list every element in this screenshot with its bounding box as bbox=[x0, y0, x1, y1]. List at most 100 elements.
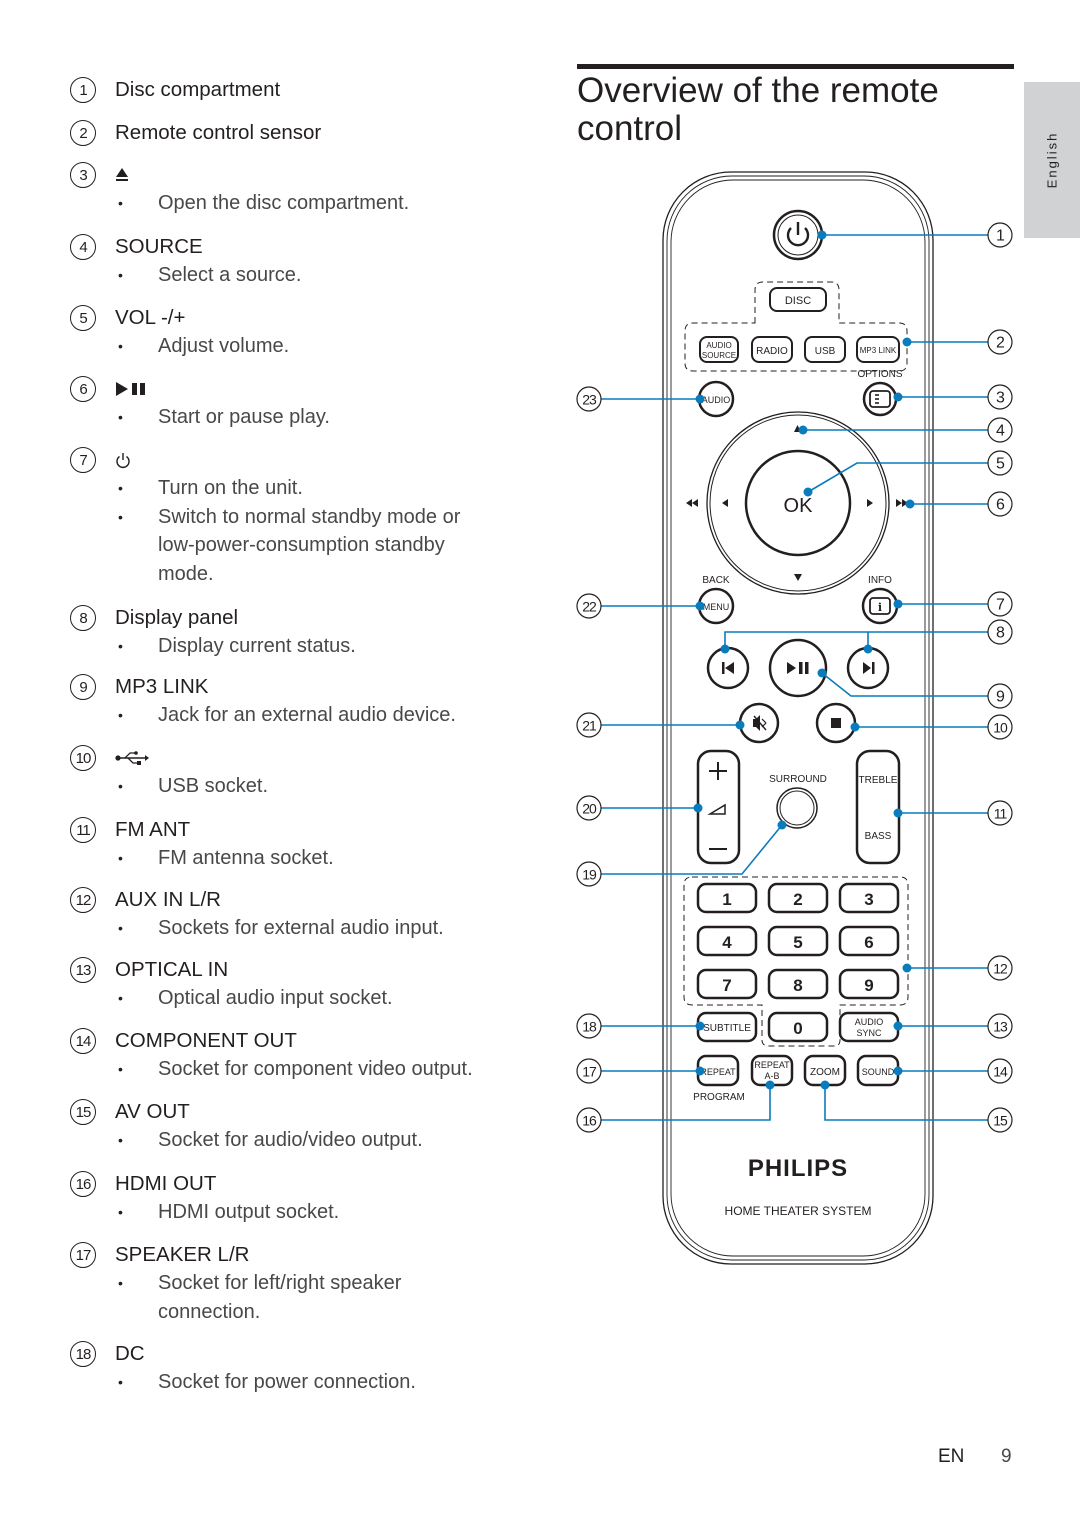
callout-number: 18 bbox=[576, 1013, 602, 1039]
list-item: 17 SPEAKER L/R • Socket for left/right spea… bbox=[70, 1241, 510, 1326]
list-item-header: 6 bbox=[70, 375, 510, 403]
next-button[interactable] bbox=[846, 646, 890, 690]
key-3-button[interactable]: 3 bbox=[838, 882, 900, 914]
item-bullet: • Display current status. bbox=[70, 632, 510, 661]
svg-text:1: 1 bbox=[722, 890, 731, 909]
disc-button[interactable]: DISC bbox=[769, 287, 827, 312]
play-pause-button[interactable] bbox=[768, 638, 828, 698]
bullet-dot: • bbox=[118, 480, 123, 496]
item-number-badge: 12 bbox=[70, 887, 96, 913]
options-button[interactable] bbox=[862, 381, 898, 417]
callout-number: 20 bbox=[576, 795, 602, 821]
bullet-dot: • bbox=[118, 1374, 123, 1390]
back-label: BACK bbox=[702, 575, 730, 586]
callout-number: 4 bbox=[987, 417, 1013, 443]
bullet-dot: • bbox=[118, 778, 123, 794]
footer-language: EN bbox=[938, 1446, 965, 1467]
key-2-button[interactable]: 2 bbox=[767, 882, 829, 914]
audio-source-button[interactable]: AUDIO SOURCE bbox=[699, 336, 739, 363]
item-title: VOL -/+ bbox=[115, 306, 186, 329]
list-item-header: 11 FM ANT bbox=[70, 816, 510, 844]
list-item: 12 AUX IN L/R • Sockets for external audio … bbox=[70, 886, 510, 943]
mp3-link-button[interactable]: MP3 LINK bbox=[856, 336, 900, 363]
power-button[interactable] bbox=[772, 209, 824, 261]
treble-bass-rocker[interactable]: TREBLE BASS bbox=[855, 749, 901, 865]
stop-icon bbox=[831, 718, 841, 728]
svg-text:DISC: DISC bbox=[785, 295, 811, 307]
program-label: PROGRAM bbox=[693, 1092, 745, 1103]
list-item: 2 Remote control sensor bbox=[70, 119, 510, 147]
bullet-dot: • bbox=[118, 1275, 123, 1291]
svg-text:RADIO: RADIO bbox=[756, 346, 788, 357]
mute-button[interactable] bbox=[738, 702, 780, 744]
volume-rocker[interactable] bbox=[696, 749, 741, 865]
subtitle-button[interactable]: SUBTITLE bbox=[696, 1011, 758, 1043]
callout-number: 17 bbox=[576, 1058, 602, 1084]
callout-dot bbox=[850, 722, 860, 732]
previous-button[interactable] bbox=[706, 646, 750, 690]
key-7-button[interactable]: 7 bbox=[696, 968, 758, 1000]
callout-dot bbox=[905, 499, 915, 509]
svg-text:20: 20 bbox=[582, 801, 597, 817]
bullet-dot: • bbox=[118, 409, 123, 425]
callout-line bbox=[601, 824, 783, 875]
item-number-badge: 1 bbox=[70, 77, 96, 103]
stop-button[interactable] bbox=[815, 702, 857, 744]
item-number-badge: 8 bbox=[70, 605, 96, 631]
callout-dot bbox=[817, 230, 827, 240]
callout-dot bbox=[695, 394, 705, 404]
sound-button[interactable]: SOUND bbox=[856, 1054, 900, 1087]
item-title: COMPONENT OUT bbox=[115, 1029, 297, 1052]
callout-number: 16 bbox=[576, 1107, 602, 1133]
item-bullet: • HDMI output socket. bbox=[70, 1198, 510, 1227]
list-item-header: 3 bbox=[70, 161, 510, 189]
key-4-button[interactable]: 4 bbox=[696, 925, 758, 957]
bullet-text: HDMI output socket. bbox=[158, 1201, 340, 1223]
callout-number: 7 bbox=[987, 591, 1013, 617]
callout-dot bbox=[695, 601, 705, 611]
key-0-button[interactable]: 0 bbox=[767, 1011, 829, 1043]
svg-text:MP3 LINK: MP3 LINK bbox=[860, 346, 897, 355]
item-bullet: • Jack for an external audio device. bbox=[70, 701, 510, 730]
info-button[interactable]: i bbox=[861, 587, 899, 625]
key-5-button[interactable]: 5 bbox=[767, 925, 829, 957]
list-item-header: 2 Remote control sensor bbox=[70, 119, 510, 147]
item-bullet: • Switch to normal standby mode or low-po… bbox=[70, 503, 490, 589]
list-item: 9 MP3 LINK • Jack for an external audio dev… bbox=[70, 673, 510, 730]
callout-number: 8 bbox=[987, 619, 1013, 645]
audio-sync-button[interactable]: AUDIO SYNC bbox=[838, 1011, 900, 1043]
callout-number: 15 bbox=[987, 1107, 1013, 1133]
callout-line bbox=[824, 1085, 988, 1121]
key-8-button[interactable]: 8 bbox=[767, 968, 829, 1000]
bullet-dot: • bbox=[118, 920, 123, 936]
list-item: 6 • Start or pause play. bbox=[70, 375, 510, 432]
bullet-text: FM antenna socket. bbox=[158, 847, 334, 869]
bullet-text: Optical audio input socket. bbox=[158, 987, 393, 1009]
key-6-button[interactable]: 6 bbox=[838, 925, 900, 957]
radio-button[interactable]: RADIO bbox=[751, 336, 793, 363]
item-bullet: • Socket for power connection. bbox=[70, 1368, 510, 1397]
item-title: AUX IN L/R bbox=[115, 888, 221, 911]
bullet-text: Sockets for external audio input. bbox=[158, 917, 444, 939]
svg-text:9: 9 bbox=[996, 689, 1005, 706]
svg-text:SOURCE: SOURCE bbox=[702, 351, 736, 360]
callout-dot bbox=[817, 668, 827, 678]
bullet-dot: • bbox=[118, 990, 123, 1006]
callout-line bbox=[724, 631, 988, 649]
repeat-ab-button[interactable]: REPEAT A-B bbox=[750, 1054, 794, 1087]
item-bullet: • FM antenna socket. bbox=[70, 844, 510, 873]
ok-button[interactable]: OK bbox=[744, 449, 852, 557]
usb-button[interactable]: USB bbox=[804, 336, 846, 363]
rewind-icon[interactable] bbox=[686, 499, 698, 507]
bullet-dot: • bbox=[118, 850, 123, 866]
item-title: Disc compartment bbox=[115, 78, 281, 101]
key-9-button[interactable]: 9 bbox=[838, 968, 900, 1000]
bullet-text: Open the disc compartment. bbox=[158, 192, 410, 214]
item-title: FM ANT bbox=[115, 818, 191, 841]
key-1-button[interactable]: 1 bbox=[696, 882, 758, 914]
options-label: OPTIONS bbox=[857, 369, 902, 380]
bullet-text: Display current status. bbox=[158, 635, 356, 657]
callout-number: 14 bbox=[987, 1058, 1013, 1084]
callout-dot bbox=[720, 644, 730, 654]
numeric-keypad: 1 2 3 4 5 6 7 8 9 bbox=[696, 882, 900, 1000]
